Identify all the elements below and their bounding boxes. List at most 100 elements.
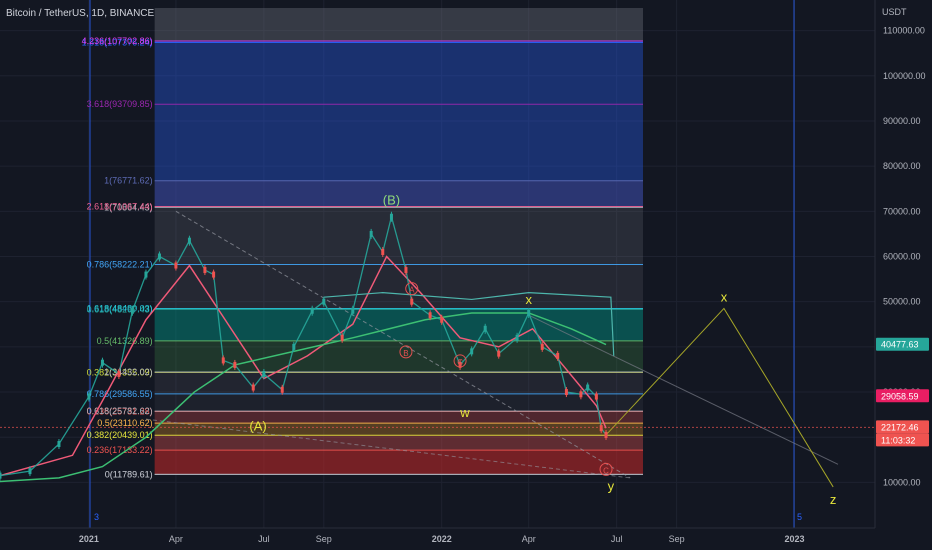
fib-zone bbox=[154, 423, 644, 436]
fib-zone bbox=[154, 207, 644, 265]
candle-body bbox=[586, 384, 590, 391]
wave-label: (A) bbox=[249, 418, 266, 433]
fib-zone bbox=[154, 264, 644, 310]
candle-body bbox=[369, 230, 373, 237]
x-tick-label: Sep bbox=[669, 534, 685, 544]
candle-body bbox=[233, 361, 237, 368]
wave-circle-label: C bbox=[457, 358, 463, 367]
candle-body bbox=[292, 343, 296, 350]
candle-body bbox=[0, 472, 2, 479]
candle-body bbox=[564, 389, 568, 396]
candle-body bbox=[251, 384, 255, 391]
candle-body bbox=[410, 298, 414, 305]
candle-body bbox=[404, 267, 408, 274]
fib-zone bbox=[154, 393, 644, 412]
fib-level-label: 0.5(23110.62) bbox=[97, 418, 152, 428]
fib-level-label: 1(76771.62) bbox=[104, 176, 153, 186]
x-tick-label: 2022 bbox=[432, 534, 452, 544]
candle-body bbox=[157, 253, 161, 260]
candle-body bbox=[483, 325, 487, 332]
fib-level-label: 0(11789.61) bbox=[105, 469, 153, 479]
candle-body bbox=[389, 213, 393, 220]
y-tick-label: 60000.00 bbox=[883, 252, 921, 262]
y-tick-label: 50000.00 bbox=[883, 297, 921, 307]
candle-body bbox=[212, 271, 216, 278]
y-tick-label: 100000.00 bbox=[883, 71, 926, 81]
y-tick-label: 80000.00 bbox=[883, 161, 921, 171]
y-axis-unit: USDT bbox=[882, 7, 907, 17]
candle-body bbox=[28, 468, 32, 475]
fib-zone bbox=[154, 340, 644, 373]
session-marker: 5 bbox=[797, 512, 802, 522]
wave-label: z bbox=[830, 492, 837, 507]
fib-zone bbox=[154, 40, 644, 181]
wave-label: x bbox=[721, 290, 728, 305]
candle-body bbox=[604, 431, 608, 438]
candle-body bbox=[556, 352, 560, 359]
candle-body bbox=[187, 237, 191, 244]
candle-body bbox=[87, 393, 91, 400]
candle-body bbox=[579, 391, 583, 398]
fib-zone bbox=[154, 411, 644, 424]
y-tick-label: 70000.00 bbox=[883, 206, 921, 216]
wave-label: y bbox=[608, 479, 615, 494]
fib-level-label: 1.618(48480.03) bbox=[87, 304, 153, 314]
candle-body bbox=[351, 307, 355, 314]
session-marker: 3 bbox=[94, 512, 99, 522]
x-tick-label: Jul bbox=[258, 534, 270, 544]
candle-body bbox=[540, 343, 544, 350]
candle-body bbox=[428, 312, 432, 319]
wave-label: (B) bbox=[383, 193, 400, 208]
wave-circle-label: C bbox=[603, 466, 609, 475]
candle-body bbox=[174, 262, 178, 269]
candle-body bbox=[310, 307, 314, 314]
candle-body bbox=[221, 357, 225, 364]
candle-body bbox=[440, 316, 444, 323]
price-badge-label: 29058.59 bbox=[881, 391, 919, 401]
fib-zones bbox=[154, 8, 644, 475]
candle-body bbox=[117, 370, 121, 377]
fib-level-label: 0.786(29586.55) bbox=[87, 389, 153, 399]
y-axis-panel bbox=[875, 0, 932, 550]
wave-circle-label: B bbox=[403, 349, 408, 358]
candle-body bbox=[57, 441, 61, 448]
y-tick-label: 110000.00 bbox=[883, 26, 925, 36]
x-tick-label: Jul bbox=[611, 534, 623, 544]
candle-body bbox=[340, 334, 344, 341]
fib-level-label: 2.618(71067.44) bbox=[87, 201, 153, 211]
fib-level-label: 4.236(107702.86) bbox=[82, 36, 153, 46]
candle-body bbox=[144, 271, 148, 278]
fib-zone bbox=[154, 450, 644, 475]
candle-body bbox=[262, 370, 266, 377]
fib-level-label: 0.786(58222.21) bbox=[87, 260, 153, 270]
fib-level-label: 0.236(17133.22) bbox=[87, 445, 153, 455]
candle-body bbox=[470, 348, 474, 355]
price-badge-label: 40477.63 bbox=[881, 340, 919, 350]
candle-body bbox=[599, 425, 603, 432]
chart-canvas[interactable]: 1.618(107376.24)4.236(107702.86)3.618(93… bbox=[0, 0, 932, 550]
candle-body bbox=[497, 350, 501, 357]
x-tick-label: Apr bbox=[169, 534, 183, 544]
x-tick-label: 2023 bbox=[784, 534, 804, 544]
wave-circle-label: A bbox=[409, 286, 415, 295]
candle-body bbox=[322, 298, 326, 305]
fib-zone bbox=[154, 372, 644, 394]
candle-body bbox=[381, 248, 385, 255]
candle-body bbox=[594, 393, 598, 400]
price-badge-label: 22172.46 bbox=[881, 422, 919, 432]
y-tick-label: 10000.00 bbox=[883, 477, 921, 487]
candle-body bbox=[130, 307, 134, 314]
candle-body bbox=[280, 386, 284, 393]
wave-label: w bbox=[459, 405, 470, 420]
x-tick-label: 2021 bbox=[79, 534, 99, 544]
x-tick-label: Sep bbox=[316, 534, 332, 544]
candle-body bbox=[100, 359, 104, 366]
candle-body bbox=[527, 309, 531, 316]
fib-level-label: 3.618(93709.85) bbox=[87, 99, 153, 109]
y-tick-label: 90000.00 bbox=[883, 116, 921, 126]
fib-zone bbox=[154, 8, 644, 41]
x-tick-label: Apr bbox=[522, 534, 536, 544]
wave-label: x bbox=[525, 292, 532, 307]
price-badge-label: 11:03:32 bbox=[881, 435, 915, 445]
candle-body bbox=[515, 334, 519, 341]
